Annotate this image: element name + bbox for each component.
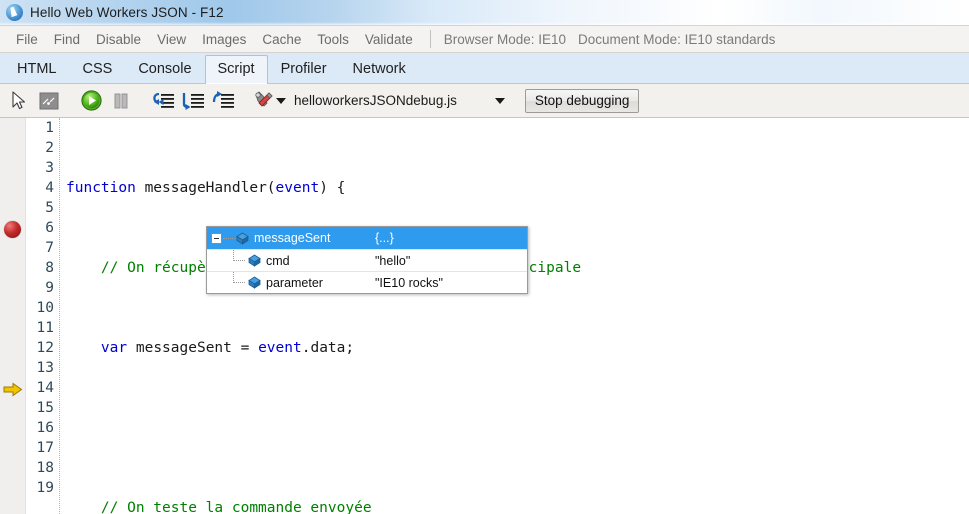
tab-profiler[interactable]: Profiler [268, 55, 340, 84]
line-number: 11 [36, 320, 54, 336]
debugger-toolbar: helloworkersJSONdebug.js Stop debugging [0, 84, 969, 118]
tooltip-property-name: cmd [266, 253, 290, 268]
menu-item-tools[interactable]: Tools [309, 30, 357, 49]
line-number: 16 [36, 420, 54, 436]
tree-connector [233, 250, 245, 261]
tab-console[interactable]: Console [125, 55, 204, 84]
tooltip-row-messagesent[interactable]: messageSent {...} [207, 227, 527, 249]
tooltip-row-parameter[interactable]: parameter "IE10 rocks" [207, 271, 527, 293]
line-number: 5 [45, 200, 54, 216]
line-number: 17 [36, 440, 54, 456]
line-number: 12 [36, 340, 54, 356]
object-property-diamond-icon [236, 232, 249, 245]
script-editor[interactable]: 1 2 3 4 5 6 7 8 9 10 11 12 13 14 15 16 1… [0, 118, 969, 514]
breakpoint-gutter[interactable] [0, 118, 26, 514]
line-number: 3 [45, 160, 54, 176]
line-number: 2 [45, 140, 54, 156]
tree-connector [233, 272, 245, 283]
tooltip-property-name: parameter [266, 275, 323, 290]
debugger-value-tooltip[interactable]: messageSent {...} cmd "hello" parameter … [206, 226, 528, 294]
menu-item-view[interactable]: View [149, 30, 194, 49]
tooltip-property-value: {...} [375, 231, 394, 245]
document-mode-label[interactable]: Document Mode: IE10 standards [572, 30, 781, 49]
script-file-select-value: helloworkersJSONdebug.js [294, 93, 457, 108]
script-file-select[interactable]: helloworkersJSONdebug.js [294, 93, 505, 108]
object-property-diamond-icon [248, 276, 261, 289]
title-bar: Hello Web Workers JSON - F12 [0, 0, 969, 26]
step-into-icon[interactable] [178, 87, 208, 115]
line-number: 6 [45, 220, 54, 236]
step-over-icon[interactable] [148, 87, 178, 115]
tab-network[interactable]: Network [340, 55, 419, 84]
tab-bar: HTML CSS Console Script Profiler Network [0, 53, 969, 84]
chevron-down-icon [494, 97, 505, 104]
line-number: 10 [36, 300, 54, 316]
current-execution-arrow-icon [3, 382, 23, 397]
tab-css[interactable]: CSS [69, 55, 125, 84]
menu-item-validate[interactable]: Validate [357, 30, 421, 49]
break-all-pause-icon[interactable] [106, 87, 136, 115]
line-number-gutter: 1 2 3 4 5 6 7 8 9 10 11 12 13 14 15 16 1… [26, 118, 60, 514]
menu-bar: File Find Disable View Images Cache Tool… [0, 26, 969, 53]
expand-collapse-icon[interactable] [211, 232, 222, 244]
code-line-3: var messageSent = event.data; [100, 340, 355, 356]
menu-item-disable[interactable]: Disable [88, 30, 149, 49]
tooltip-row-cmd[interactable]: cmd "hello" [207, 249, 527, 271]
line-number: 8 [45, 260, 54, 276]
tab-html[interactable]: HTML [4, 55, 69, 84]
code-line-1: function messageHandler(event) { [66, 180, 346, 196]
select-region-icon[interactable] [34, 87, 64, 115]
menu-item-images[interactable]: Images [194, 30, 254, 49]
devtools-window: Hello Web Workers JSON - F12 File Find D… [0, 0, 969, 514]
line-number: 15 [36, 400, 54, 416]
line-number: 9 [45, 280, 54, 296]
select-element-icon[interactable] [4, 87, 34, 115]
tooltip-property-value: "IE10 rocks" [375, 275, 443, 290]
menu-divider [429, 30, 431, 48]
breakpoint-marker-icon[interactable] [4, 221, 21, 238]
f12-devtools-icon [6, 4, 23, 21]
line-number: 19 [36, 480, 54, 496]
menu-item-find[interactable]: Find [46, 30, 88, 49]
window-title: Hello Web Workers JSON - F12 [30, 5, 224, 20]
line-number: 14 [36, 380, 54, 396]
line-number: 13 [36, 360, 54, 376]
code-content[interactable]: function messageHandler(event) { // On r… [60, 118, 969, 514]
line-number: 18 [36, 460, 54, 476]
line-number: 4 [45, 180, 54, 196]
step-out-icon[interactable] [208, 87, 238, 115]
stop-debugging-button[interactable]: Stop debugging [524, 88, 640, 113]
code-line-5: // On teste la commande envoyée [100, 500, 372, 514]
line-number: 1 [45, 120, 54, 136]
continue-play-icon[interactable] [76, 87, 106, 115]
tooltip-property-name: messageSent [254, 231, 331, 245]
menu-item-cache[interactable]: Cache [254, 30, 309, 49]
menu-item-file[interactable]: File [8, 30, 46, 49]
browser-mode-label[interactable]: Browser Mode: IE10 [438, 30, 572, 49]
tree-connector [223, 237, 235, 239]
tools-wrench-icon[interactable] [250, 87, 280, 115]
line-number: 7 [45, 240, 54, 256]
tooltip-property-value: "hello" [375, 253, 411, 268]
object-property-diamond-icon [248, 254, 261, 267]
tab-script[interactable]: Script [204, 55, 268, 84]
